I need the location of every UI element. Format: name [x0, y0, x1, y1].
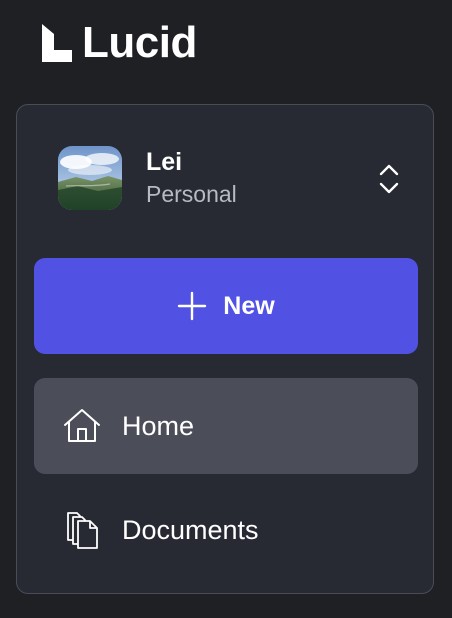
account-name: Lei: [146, 147, 183, 176]
new-button[interactable]: New: [34, 258, 418, 354]
brand-name: Lucid: [82, 18, 197, 67]
sidebar-item-label: Documents: [122, 514, 259, 545]
account-type: Personal: [146, 181, 237, 208]
sidebar-item-label: Home: [122, 410, 195, 441]
avatar: [58, 146, 122, 210]
sidebar-item-documents[interactable]: Documents: [34, 482, 418, 578]
plus-icon: [178, 291, 207, 321]
lucid-logo-icon: [42, 24, 72, 62]
sidebar-panel: Lei Personal New Home Documents: [16, 104, 434, 594]
landscape-avatar-image: [58, 146, 122, 210]
chevron-up-down-icon[interactable]: [377, 161, 401, 197]
sidebar-item-home[interactable]: Home: [34, 378, 418, 474]
new-button-label: New: [223, 291, 275, 320]
brand-logo[interactable]: Lucid: [42, 18, 197, 67]
account-switcher[interactable]: Lei Personal: [58, 145, 398, 211]
account-info: Lei Personal: [146, 147, 237, 208]
documents-icon: [67, 512, 98, 549]
home-icon: [64, 409, 100, 442]
